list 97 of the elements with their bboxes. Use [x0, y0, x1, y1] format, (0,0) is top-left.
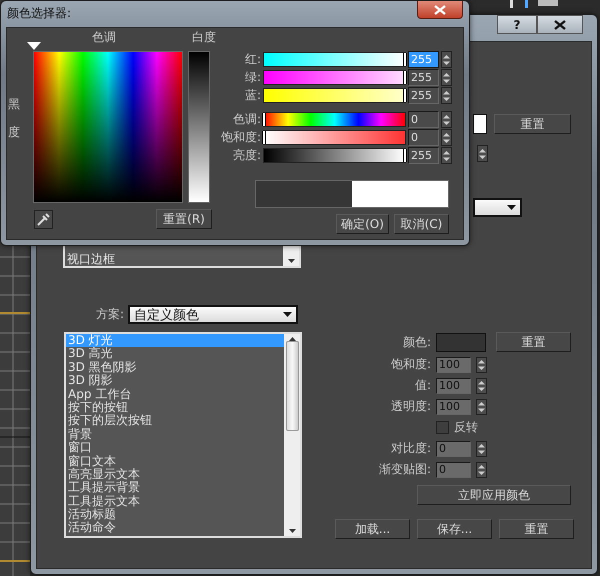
slider-thumb[interactable]	[403, 53, 407, 66]
reset-button[interactable]: 重置	[494, 114, 571, 134]
channel-label: 绿:	[244, 69, 262, 86]
channel-slider[interactable]	[263, 148, 406, 163]
reset-button[interactable]: 重置(R)	[156, 209, 212, 229]
apply-color-button[interactable]: 立即应用颜色	[417, 485, 571, 505]
list-item[interactable]: 背景	[66, 428, 284, 442]
dropdown-caret-icon	[507, 205, 516, 210]
number-field[interactable]: 100	[436, 378, 471, 394]
list-item[interactable]: 窗口文本	[66, 454, 284, 468]
dropdown-caret-icon	[283, 312, 292, 317]
channel-label: 蓝:	[244, 87, 262, 104]
number-field[interactable]: 100	[436, 398, 471, 414]
channel-slider[interactable]	[263, 52, 406, 67]
channel-label: 色调:	[232, 111, 262, 128]
channel-label: 亮度:	[232, 147, 262, 164]
field-label: 饱和度:	[390, 356, 431, 373]
hue-marker-icon[interactable]	[27, 42, 41, 50]
slider-thumb[interactable]	[262, 113, 266, 126]
channel-slider[interactable]	[263, 70, 406, 85]
spinner-control[interactable]	[441, 87, 452, 104]
slider-thumb[interactable]	[262, 131, 266, 144]
channel-slider[interactable]	[263, 112, 406, 127]
list-item[interactable]: 工具提示文本	[66, 494, 284, 508]
list-item[interactable]: 3D 高光	[66, 347, 284, 361]
spinner-control[interactable]	[476, 378, 487, 394]
scroll-down-icon[interactable]	[288, 529, 296, 533]
spinner-control[interactable]	[441, 51, 452, 68]
scheme-dropdown[interactable]: 自定义颜色	[128, 305, 298, 324]
reset-button[interactable]: 重置	[499, 519, 574, 539]
value-field[interactable]: 255	[408, 87, 439, 104]
spinner-control[interactable]	[441, 69, 452, 86]
number-field[interactable]: 0	[436, 440, 471, 456]
spinner-control[interactable]	[476, 462, 487, 478]
whiteness-bar[interactable]	[188, 51, 210, 203]
field-label: 透明度:	[390, 398, 431, 415]
help-button[interactable]: ?	[497, 15, 537, 34]
spinner-control[interactable]	[477, 145, 488, 162]
spinner-control[interactable]	[476, 398, 487, 414]
spinner-control[interactable]	[476, 440, 487, 456]
eyedropper-icon	[36, 212, 50, 226]
channel-label: 饱和度:	[220, 129, 262, 146]
ok-button[interactable]: 确定(O)	[336, 214, 389, 234]
scheme-label: 方案:	[96, 306, 124, 323]
color-swatch[interactable]	[473, 114, 487, 134]
slider-thumb[interactable]	[403, 149, 407, 162]
channel-slider[interactable]	[263, 130, 406, 145]
eyedropper-button[interactable]	[34, 210, 53, 228]
list-item[interactable]: 活动标题	[66, 508, 284, 522]
value-field[interactable]: 0	[408, 129, 439, 146]
close-button[interactable]	[417, 1, 463, 19]
list-item[interactable]: 活动命令	[66, 521, 284, 535]
list-item[interactable]: 按下的按钮	[66, 400, 284, 414]
scroll-down-icon[interactable]	[288, 259, 294, 263]
blackness-label: 黑度	[8, 96, 21, 141]
cancel-button[interactable]: 取消(C)	[394, 214, 449, 234]
whiteness-label: 白度	[192, 29, 216, 46]
load-button[interactable]: 加载...	[335, 519, 410, 539]
value-field[interactable]: 0	[408, 111, 439, 128]
invert-label: 反转	[454, 419, 478, 436]
scrollbar-thumb[interactable]	[286, 341, 298, 431]
element-list[interactable]: 3D 灯光 3D 高光 3D 黑色阴影 3D 阴影 App 工作台 按下的按钮 按下的层次按钮 背景 窗口 窗口文本 高亮显示文本 工具提示背景 工具提示文本 活动标题 活动命令	[64, 332, 302, 538]
field-label: 值:	[414, 377, 431, 394]
channel-label: 红:	[244, 51, 262, 68]
list-item[interactable]: App 工作台	[66, 388, 284, 401]
reset-button[interactable]: 重置	[496, 332, 571, 352]
list-item[interactable]: 按下的层次按钮	[66, 414, 284, 428]
channel-slider[interactable]	[263, 88, 406, 103]
spinner-control[interactable]	[441, 111, 452, 128]
list-item[interactable]: 视口边框	[65, 252, 283, 266]
list-item[interactable]: 高亮显示文本	[66, 468, 284, 482]
spinner-control[interactable]	[476, 356, 487, 372]
save-button[interactable]: 保存...	[417, 519, 492, 539]
dropdown[interactable]	[473, 198, 522, 217]
hue-label: 色调	[92, 29, 117, 46]
list-item[interactable]: 3D 阴影	[66, 374, 284, 388]
slider-thumb[interactable]	[403, 71, 407, 84]
list-item[interactable]: 窗口	[66, 441, 284, 455]
close-button[interactable]	[537, 15, 583, 34]
field-label: 对比度:	[390, 440, 431, 457]
value-field[interactable]: 255	[408, 147, 439, 164]
close-icon	[434, 4, 446, 14]
number-field[interactable]: 0	[436, 462, 471, 478]
checkbox[interactable]	[436, 421, 449, 434]
close-icon	[554, 20, 566, 30]
window-title: 颜色选择器:	[7, 5, 72, 22]
field-label: 渐变贴图:	[378, 461, 431, 478]
spinner-control[interactable]	[441, 129, 452, 146]
slider-thumb[interactable]	[403, 89, 407, 102]
color-swatch[interactable]	[436, 332, 486, 352]
list-box[interactable]: 视口边框	[63, 245, 301, 268]
number-field[interactable]: 100	[436, 356, 471, 372]
list-item[interactable]: 工具提示背景	[66, 481, 284, 495]
spinner-control[interactable]	[441, 147, 452, 164]
color-label: 颜色:	[402, 334, 431, 350]
list-item[interactable]: 3D 黑色阴影	[66, 360, 284, 374]
value-field[interactable]: 255	[408, 69, 439, 86]
